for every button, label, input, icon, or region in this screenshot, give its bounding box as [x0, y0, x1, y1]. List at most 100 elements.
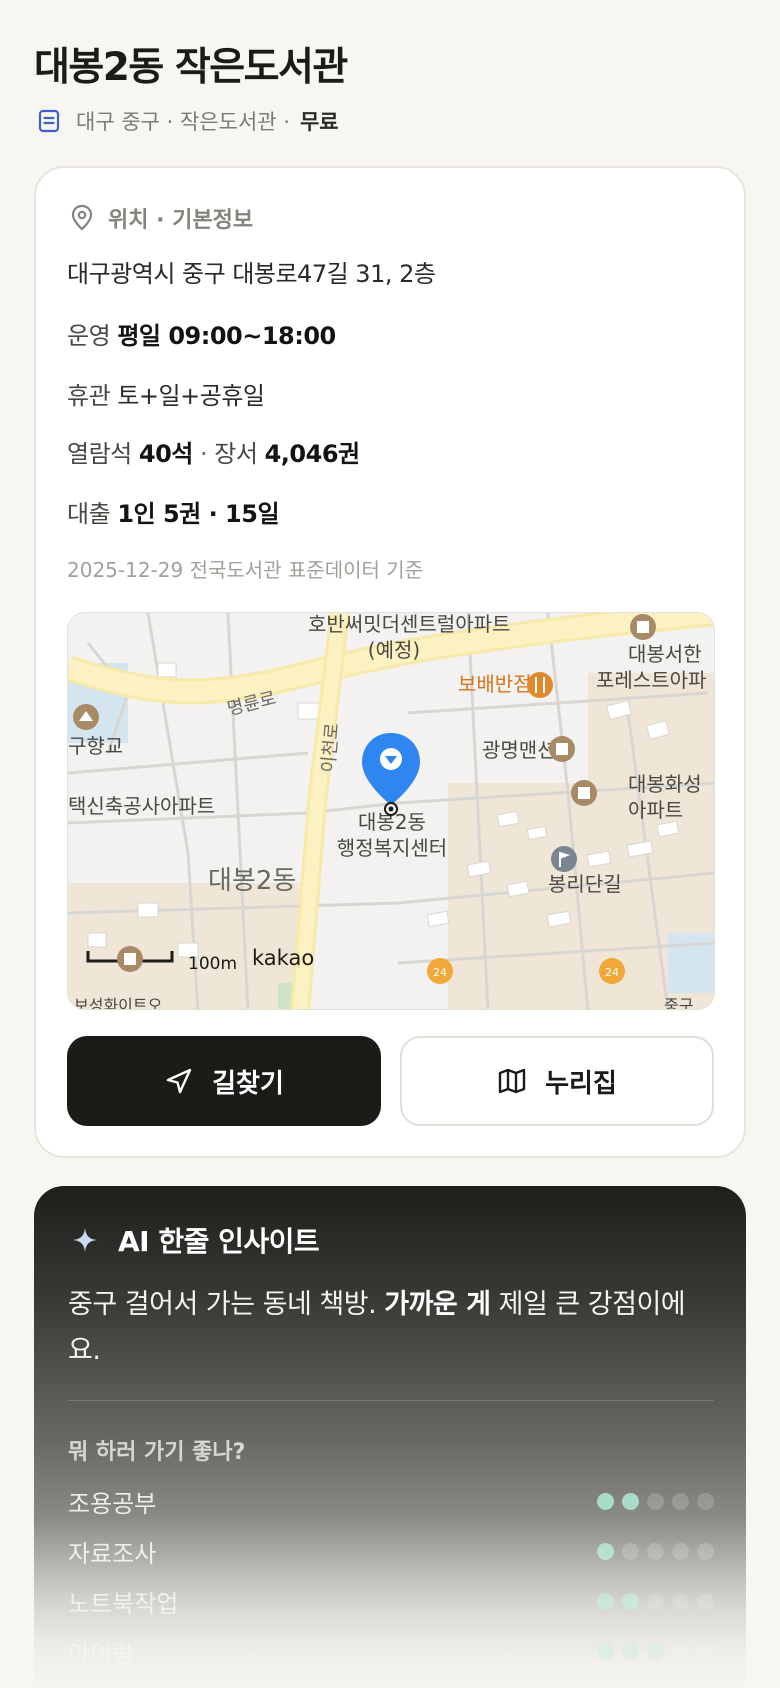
ai-insight-text: 중구 걸어서 가는 동네 책방. 가까운 게 제일 큰 강점이에요.	[68, 1282, 688, 1374]
ai-insight-header: AI 한줄 인사이트	[72, 1220, 320, 1260]
rating-dot-filled	[647, 1642, 664, 1660]
map-label: 이천로	[318, 722, 343, 773]
seats-label: 열람석	[67, 440, 132, 468]
library-meta: 대구 중구 · 작은도서관 · 무료	[36, 106, 339, 136]
data-source-note: 2025-12-29 전국도서관 표준데이터 기준	[67, 558, 424, 582]
navigation-arrow-icon	[166, 1068, 192, 1094]
seats-value: 40석	[138, 440, 193, 468]
closed-row: 휴관 토+일+공휴일	[67, 376, 265, 411]
svg-text:24: 24	[433, 966, 447, 979]
map-label: 대봉2동	[208, 866, 296, 896]
section-title: 위치 · 기본정보	[108, 208, 254, 233]
rating-dot-filled	[597, 1542, 614, 1560]
ai-insight-card: AI 한줄 인사이트 중구 걸어서 가는 동네 책방. 가까운 게 제일 큰 강…	[34, 1186, 746, 1688]
page-title: 대봉2동 작은도서관	[34, 45, 348, 90]
section-header: 위치 · 기본정보	[70, 202, 253, 234]
landmark-icon	[73, 704, 99, 730]
map-label: 광명맨션	[482, 738, 556, 762]
map-label: 아파트	[628, 798, 683, 822]
map-view[interactable]: 호반써밋더센트럴아파트 (예정) 대봉서한 포레스트아파 보배반점 명륜로 구향…	[67, 612, 715, 1010]
hours-value: 평일 09:00~18:00	[117, 322, 336, 350]
closed-value: 토+일+공휴일	[117, 382, 265, 410]
map-label: 대봉화성	[628, 772, 702, 796]
apartment-icon	[549, 736, 575, 762]
rating-dot-empty	[647, 1592, 664, 1610]
hours-label: 운영	[67, 322, 111, 350]
info-card: 위치 · 기본정보 대구광역시 중구 대봉로47길 31, 2층 운영 평일 0…	[34, 166, 746, 1158]
svg-text:24: 24	[605, 966, 619, 979]
rating-dot-empty	[697, 1542, 714, 1560]
restaurant-icon	[527, 672, 553, 698]
map-label: (예정)	[368, 638, 420, 662]
rating-dot-empty	[697, 1492, 714, 1510]
closed-label: 휴관	[67, 382, 111, 410]
rating-dots	[589, 1642, 714, 1660]
rating-row: 조용공부	[68, 1484, 714, 1518]
price-label: 무료	[299, 110, 339, 134]
apartment-icon	[630, 614, 656, 640]
ai-body-highlight: 가까운 게	[384, 1289, 491, 1320]
kakao-logo: kakao	[252, 946, 314, 970]
rating-row: 노트북작업	[68, 1584, 714, 1618]
books-value: 4,046권	[264, 440, 361, 468]
rating-label: 노트북작업	[68, 1589, 179, 1618]
rating-dot-empty	[647, 1492, 664, 1510]
meta-text: 대구 중구 · 작은도서관 ·	[76, 110, 290, 134]
map-label: 보배반점	[458, 672, 532, 696]
rating-row: 아이랑	[68, 1634, 714, 1668]
rating-label: 아이랑	[68, 1639, 135, 1668]
address: 대구광역시 중구 대봉로47길 31, 2층	[67, 260, 436, 288]
divider	[68, 1400, 714, 1401]
hours-row: 운영 평일 09:00~18:00	[67, 316, 336, 351]
ai-body-text: 중구 걸어서 가는 동네 책방.	[68, 1289, 385, 1320]
map-label: 행정복지센터	[337, 836, 447, 860]
rating-dot-empty	[697, 1592, 714, 1610]
flag-icon	[551, 846, 577, 872]
rating-dot-filled	[597, 1492, 614, 1510]
apartment-icon	[571, 780, 597, 806]
rating-dots	[589, 1542, 714, 1560]
map-label: 구향교	[68, 734, 123, 758]
map-label: 호반써밋더센트럴아파트	[308, 613, 510, 636]
map-icon	[498, 1068, 526, 1094]
rating-dot-empty	[697, 1642, 714, 1660]
rating-dot-filled	[597, 1642, 614, 1660]
map-label: 보성화이트오	[74, 996, 162, 1010]
directions-label: 길찾기	[212, 1068, 284, 1099]
directions-button[interactable]: 길찾기	[67, 1036, 381, 1126]
loan-row: 대출 1인 5권 · 15일	[67, 494, 280, 529]
apartment-icon	[117, 946, 143, 972]
map-canvas[interactable]: 호반써밋더센트럴아파트 (예정) 대봉서한 포레스트아파 보배반점 명륜로 구향…	[68, 613, 715, 1010]
rating-dot-filled	[622, 1592, 639, 1610]
map-label: 중구	[664, 996, 693, 1010]
loan-value: 1인 5권 · 15일	[117, 500, 280, 528]
rating-dots	[589, 1592, 714, 1610]
document-icon	[38, 109, 60, 133]
rating-dot-filled	[622, 1642, 639, 1660]
rating-dot-filled	[597, 1592, 614, 1610]
map-label: 대봉서한	[628, 642, 702, 666]
rating-dot-empty	[672, 1542, 689, 1560]
map-label: 포레스트아파	[596, 668, 706, 692]
map-label: 봉리단길	[548, 872, 622, 896]
location-pin-icon	[71, 204, 93, 231]
rating-dot-empty	[672, 1592, 689, 1610]
rating-dot-empty	[647, 1542, 664, 1560]
rating-dot-filled	[622, 1492, 639, 1510]
use-case-question: 뭐 하러 가기 좋나?	[68, 1440, 246, 1465]
sparkle-icon	[73, 1228, 97, 1252]
rating-dot-empty	[672, 1492, 689, 1510]
loan-label: 대출	[67, 500, 111, 528]
rating-label: 자료조사	[68, 1539, 157, 1568]
website-button[interactable]: 누리집	[400, 1036, 714, 1126]
rating-dot-empty	[622, 1542, 639, 1560]
capacity-row: 열람석 40석 · 장서 4,046권	[67, 434, 360, 469]
books-label: 장서	[214, 440, 258, 468]
rating-dots	[589, 1492, 714, 1510]
ai-insight-title: AI 한줄 인사이트	[118, 1225, 320, 1258]
convenience-store-icon: 24	[599, 958, 625, 984]
rating-label: 조용공부	[68, 1489, 157, 1518]
map-label: 택신축공사아파트	[68, 794, 215, 818]
convenience-store-icon: 24	[427, 958, 453, 984]
rating-row: 자료조사	[68, 1534, 714, 1568]
